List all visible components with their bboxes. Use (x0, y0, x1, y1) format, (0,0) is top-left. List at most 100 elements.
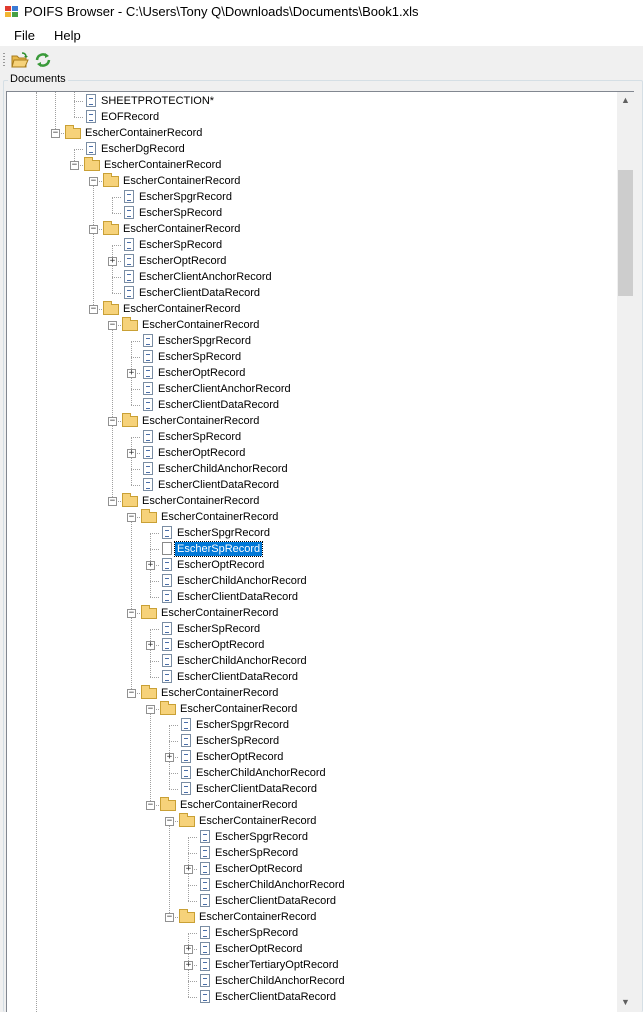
tree-node-label[interactable]: EscherContainerRecord (140, 494, 261, 508)
tree-node-label[interactable]: EscherOptRecord (194, 750, 285, 764)
tree-node[interactable]: − EscherContainerRecord (7, 157, 618, 173)
collapse-icon[interactable]: − (89, 225, 98, 234)
tree-node[interactable]: + EscherTertiaryOptRecord (7, 957, 618, 973)
menu-help[interactable]: Help (54, 28, 81, 43)
tree-node-label[interactable]: EscherSpgrRecord (213, 830, 310, 844)
tree-node[interactable]: − EscherContainerRecord (7, 221, 618, 237)
tree-node[interactable]: − EscherContainerRecord (7, 173, 618, 189)
tree-node[interactable]: EscherClientAnchorRecord (7, 269, 618, 285)
tree-node[interactable]: EscherChildAnchorRecord (7, 973, 618, 989)
tree-node-label[interactable]: EscherSpRecord (156, 430, 243, 444)
tree-node-label[interactable]: EscherChildAnchorRecord (213, 974, 347, 988)
expand-icon[interactable]: + (184, 945, 193, 954)
tree-node[interactable]: EscherSpRecord (7, 237, 618, 253)
vertical-scrollbar[interactable]: ▲ ▼ (617, 91, 634, 1012)
tree-node-label[interactable]: EscherTertiaryOptRecord (213, 958, 341, 972)
tree-node-label[interactable]: EscherClientDataRecord (175, 590, 300, 604)
scroll-up-arrow-icon[interactable]: ▲ (617, 92, 634, 109)
collapse-icon[interactable]: − (127, 609, 136, 618)
tree-node-label[interactable]: EscherSpRecord (213, 846, 300, 860)
tree-node[interactable]: + EscherOptRecord (7, 749, 618, 765)
refresh-icon[interactable] (33, 50, 53, 70)
tree-node[interactable]: EscherDgRecord (7, 141, 618, 157)
collapse-icon[interactable]: − (165, 913, 174, 922)
tree-node[interactable]: − EscherContainerRecord (7, 813, 618, 829)
tree-node-label[interactable]: EscherChildAnchorRecord (156, 462, 290, 476)
tree-node[interactable]: EscherClientAnchorRecord (7, 381, 618, 397)
tree-node-label[interactable]: EscherContainerRecord (121, 174, 242, 188)
tree-node[interactable]: EscherClientDataRecord (7, 477, 618, 493)
tree-node-label[interactable]: EscherContainerRecord (178, 798, 299, 812)
tree-node[interactable]: + EscherOptRecord (7, 941, 618, 957)
tree-node[interactable]: EscherSpgrRecord (7, 717, 618, 733)
tree-node-label[interactable]: EscherOptRecord (213, 862, 304, 876)
expand-icon[interactable]: + (146, 561, 155, 570)
tree-node[interactable]: EscherSpRecord (7, 349, 618, 365)
tree-node[interactable]: EscherSpRecord (7, 925, 618, 941)
tree-node[interactable]: − EscherContainerRecord (7, 301, 618, 317)
tree-node[interactable]: EscherSpRecord (7, 205, 618, 221)
tree-node[interactable]: + EscherOptRecord (7, 445, 618, 461)
tree-node-label[interactable]: EscherClientDataRecord (156, 478, 281, 492)
collapse-icon[interactable]: − (108, 417, 117, 426)
scroll-down-arrow-icon[interactable]: ▼ (617, 994, 634, 1011)
expand-icon[interactable]: + (184, 865, 193, 874)
tree-node[interactable]: EscherChildAnchorRecord (7, 461, 618, 477)
tree-node-label[interactable]: EscherOptRecord (175, 638, 266, 652)
tree-node[interactable]: + EscherOptRecord (7, 557, 618, 573)
tree-node-label[interactable]: EscherDgRecord (99, 142, 187, 156)
tree-node-label[interactable]: EscherContainerRecord (121, 302, 242, 316)
tree-node[interactable]: SHEETPROTECTION* (7, 93, 618, 109)
tree-node-label[interactable]: EscherContainerRecord (159, 606, 280, 620)
tree-node[interactable]: EscherSpRecord (7, 733, 618, 749)
tree-node-label[interactable]: SHEETPROTECTION* (99, 94, 216, 108)
expand-icon[interactable]: + (108, 257, 117, 266)
tree-node-label[interactable]: EscherClientAnchorRecord (156, 382, 293, 396)
document-tree[interactable]: SHEETPROTECTION* EOFRecord − EscherContaine… (6, 91, 619, 1012)
tree-node[interactable]: EscherClientDataRecord (7, 989, 618, 1005)
collapse-icon[interactable]: − (51, 129, 60, 138)
tree-node-label[interactable]: EscherSpRecord (156, 350, 243, 364)
tree-node[interactable]: EscherClientDataRecord (7, 397, 618, 413)
toolbar-grip[interactable] (3, 53, 5, 67)
tree-node[interactable]: + EscherOptRecord (7, 637, 618, 653)
expand-icon[interactable]: + (127, 369, 136, 378)
tree-node-label[interactable]: EscherSpgrRecord (156, 334, 253, 348)
tree-node-label[interactable]: EscherChildAnchorRecord (194, 766, 328, 780)
tree-node[interactable]: − EscherContainerRecord (7, 701, 618, 717)
tree-node-label[interactable]: EscherClientDataRecord (175, 670, 300, 684)
tree-node[interactable]: − EscherContainerRecord (7, 605, 618, 621)
tree-node-label[interactable]: EscherSpRecord (194, 734, 281, 748)
tree-node[interactable]: − EscherContainerRecord (7, 125, 618, 141)
collapse-icon[interactable]: − (127, 689, 136, 698)
tree-node-label[interactable]: EscherContainerRecord (159, 686, 280, 700)
collapse-icon[interactable]: − (108, 497, 117, 506)
collapse-icon[interactable]: − (70, 161, 79, 170)
tree-node-label[interactable]: EscherClientDataRecord (213, 894, 338, 908)
tree-node-label[interactable]: EscherContainerRecord (83, 126, 204, 140)
tree-node-label[interactable]: EscherChildAnchorRecord (213, 878, 347, 892)
collapse-icon[interactable]: − (165, 817, 174, 826)
tree-node-label[interactable]: EscherClientDataRecord (156, 398, 281, 412)
tree-node[interactable]: − EscherContainerRecord (7, 413, 618, 429)
tree-node[interactable]: EscherSpRecord (7, 429, 618, 445)
tree-node[interactable]: EscherClientDataRecord (7, 589, 618, 605)
tree-node-label[interactable]: EscherContainerRecord (140, 414, 261, 428)
tree-node-label[interactable]: EOFRecord (99, 110, 161, 124)
expand-icon[interactable]: + (146, 641, 155, 650)
tree-node[interactable]: − EscherContainerRecord (7, 317, 618, 333)
collapse-icon[interactable]: − (108, 321, 117, 330)
menu-file[interactable]: File (14, 28, 35, 43)
tree-node[interactable]: EscherSpgrRecord (7, 525, 618, 541)
tree-node-label[interactable]: EscherSpRecord (175, 622, 262, 636)
tree-node-label[interactable]: EscherOptRecord (213, 942, 304, 956)
tree-node-label[interactable]: EscherContainerRecord (197, 814, 318, 828)
tree-node[interactable]: − EscherContainerRecord (7, 909, 618, 925)
tree-node-label[interactable]: EscherContainerRecord (140, 318, 261, 332)
tree-node[interactable]: EscherClientDataRecord (7, 893, 618, 909)
tree-node[interactable]: EscherClientDataRecord (7, 285, 618, 301)
tree-node-label[interactable]: EscherSpRecord (173, 541, 264, 557)
tree-node-label[interactable]: EscherClientDataRecord (137, 286, 262, 300)
tree-node[interactable]: EscherSpRecord (7, 621, 618, 637)
tree-node-label[interactable]: EscherSpRecord (137, 206, 224, 220)
